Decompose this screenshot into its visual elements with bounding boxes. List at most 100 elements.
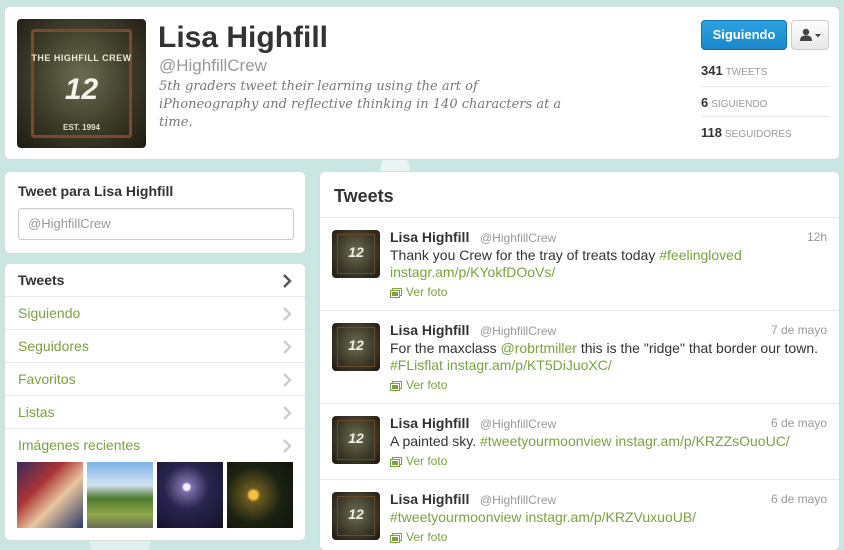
tweet-text-plain: A painted sky. bbox=[390, 433, 481, 449]
recent-image-thumb[interactable] bbox=[157, 462, 223, 528]
view-photo-label: Ver foto bbox=[406, 285, 448, 299]
nav-item-recent-images[interactable]: Imágenes recientes bbox=[5, 429, 305, 462]
nav-item-following[interactable]: Siguiendo bbox=[5, 297, 305, 330]
tweet-author-handle[interactable]: @HighfillCrew bbox=[480, 231, 556, 245]
view-photo-link[interactable]: Ver foto bbox=[390, 285, 447, 299]
nav-item-label: Tweets bbox=[18, 272, 65, 288]
tweet-author-name[interactable]: Lisa Highfill bbox=[390, 229, 469, 245]
nav-item-label: Seguidores bbox=[18, 338, 89, 354]
chevron-right-icon bbox=[283, 340, 292, 354]
profile-nav-card: Tweets Siguiendo Seguidores Favoritos Li… bbox=[4, 263, 306, 541]
timeline-title: Tweets bbox=[334, 186, 394, 206]
tweet-author-name[interactable]: Lisa Highfill bbox=[390, 491, 469, 507]
tweet-item[interactable]: 12 Lisa Highfill @HighfillCrew 7 de mayo… bbox=[320, 311, 839, 404]
url-link[interactable]: instagr.am/p/KRZZsOuoUC/ bbox=[615, 433, 789, 449]
photo-icon bbox=[390, 457, 402, 467]
view-photo-label: Ver foto bbox=[406, 530, 448, 544]
profile-avatar[interactable]: THE HIGHFILL CREW 12 EST. 1994 bbox=[17, 19, 146, 148]
tweet-text: For the maxclass @robrtmiller this is th… bbox=[390, 340, 830, 374]
view-photo-link[interactable]: Ver foto bbox=[390, 378, 447, 392]
following-button[interactable]: Siguiendo bbox=[701, 20, 787, 50]
tweet-text-plain: this is the "ridge" that border our town… bbox=[576, 340, 818, 356]
tweet-item[interactable]: 12 Lisa Highfill @HighfillCrew 6 de mayo… bbox=[320, 480, 839, 550]
photo-icon bbox=[390, 288, 402, 298]
tweet-author-handle[interactable]: @HighfillCrew bbox=[480, 324, 556, 338]
chevron-right-icon bbox=[283, 307, 292, 321]
avatar-number: 12 bbox=[64, 73, 99, 106]
recent-image-thumb[interactable] bbox=[87, 462, 153, 528]
nav-item-label: Listas bbox=[18, 404, 55, 420]
avatar-crew-text: THE HIGHFILL CREW bbox=[31, 53, 132, 63]
url-link[interactable]: instagr.am/p/KYokfDOoVs/ bbox=[390, 264, 555, 280]
nav-item-lists[interactable]: Listas bbox=[5, 396, 305, 429]
tweet-timestamp[interactable]: 12h bbox=[807, 230, 827, 244]
stat-tweets-label: TWEETS bbox=[725, 67, 768, 78]
hashtag-link[interactable]: #tweetyourmoonview bbox=[390, 509, 522, 525]
tweet-text-plain: Thank you Crew for the tray of treats to… bbox=[390, 247, 660, 263]
chevron-right-icon bbox=[283, 274, 292, 288]
recent-image-thumb[interactable] bbox=[17, 462, 83, 528]
chevron-right-icon bbox=[283, 373, 292, 387]
tweet-author-handle[interactable]: @HighfillCrew bbox=[480, 417, 556, 431]
stat-following-count: 6 bbox=[701, 95, 709, 110]
tweet-author-name[interactable]: Lisa Highfill bbox=[390, 322, 469, 338]
hashtag-link[interactable]: #FLisflat bbox=[390, 357, 443, 373]
tweet-avatar[interactable]: 12 bbox=[332, 416, 380, 464]
tweet-to-user-card: Tweet para Lisa Highfill @HighfillCrew bbox=[4, 171, 306, 254]
profile-bio: 5th graders tweet their learning using t… bbox=[159, 79, 562, 130]
chevron-right-icon bbox=[283, 439, 292, 453]
stat-tweets-count: 341 bbox=[701, 63, 723, 78]
mention-link[interactable]: @robrtmiller bbox=[500, 340, 576, 356]
tweet-text: #tweetyourmoonview instagr.am/p/KRZVuxuo… bbox=[390, 509, 830, 526]
stat-following-label: SIGUIENDO bbox=[711, 99, 768, 110]
nav-item-tweets[interactable]: Tweets bbox=[5, 264, 305, 297]
view-photo-link[interactable]: Ver foto bbox=[390, 530, 447, 544]
nav-item-favorites[interactable]: Favoritos bbox=[5, 363, 305, 396]
view-photo-link[interactable]: Ver foto bbox=[390, 454, 447, 468]
view-photo-label: Ver foto bbox=[406, 454, 448, 468]
nav-item-label: Imágenes recientes bbox=[18, 437, 141, 453]
tweet-text: Thank you Crew for the tray of treats to… bbox=[390, 247, 830, 281]
profile-handle: @HighfillCrew bbox=[159, 56, 267, 75]
chevron-right-icon bbox=[283, 406, 292, 420]
url-link[interactable]: instagr.am/p/KT5DiJuoXC/ bbox=[447, 357, 612, 373]
tweet-compose-input[interactable]: @HighfillCrew bbox=[18, 208, 294, 240]
user-actions-button[interactable] bbox=[791, 20, 829, 50]
tweet-avatar[interactable]: 12 bbox=[332, 323, 380, 371]
person-dropdown-icon bbox=[800, 28, 821, 41]
avatar-number: 12 bbox=[348, 430, 364, 446]
tweet-text-plain: For the maxclass bbox=[390, 340, 501, 356]
stat-followers-count: 118 bbox=[701, 125, 722, 140]
tweet-timestamp[interactable]: 7 de mayo bbox=[771, 323, 827, 337]
profile-name: Lisa Highfill bbox=[158, 21, 329, 54]
tweet-text: A painted sky. #tweetyourmoonview instag… bbox=[390, 433, 830, 450]
tweet-avatar[interactable]: 12 bbox=[332, 230, 380, 278]
tweet-avatar[interactable]: 12 bbox=[332, 492, 380, 540]
recent-image-thumb[interactable] bbox=[227, 462, 293, 528]
nav-item-followers[interactable]: Seguidores bbox=[5, 330, 305, 363]
stat-following[interactable]: 6 SIGUIENDO bbox=[701, 86, 829, 117]
tweets-timeline-card: Tweets 12 Lisa Highfill @HighfillCrew 12… bbox=[319, 171, 840, 550]
photo-icon bbox=[390, 381, 402, 391]
nav-item-label: Siguiendo bbox=[18, 305, 81, 321]
avatar-number: 12 bbox=[348, 244, 364, 260]
tweet-item[interactable]: 12 Lisa Highfill @HighfillCrew 12h Thank… bbox=[320, 218, 839, 311]
tweet-timestamp[interactable]: 6 de mayo bbox=[771, 492, 827, 506]
stat-tweets[interactable]: 341 TWEETS bbox=[701, 55, 829, 86]
profile-header-card: THE HIGHFILL CREW 12 EST. 1994 Lisa High… bbox=[4, 6, 840, 160]
stat-followers[interactable]: 118 SEGUIDORES bbox=[701, 116, 829, 147]
tweet-author-handle[interactable]: @HighfillCrew bbox=[480, 493, 556, 507]
hashtag-link[interactable]: #tweetyourmoonview bbox=[480, 433, 612, 449]
tweet-item[interactable]: 12 Lisa Highfill @HighfillCrew 6 de mayo… bbox=[320, 404, 839, 480]
avatar-est-text: EST. 1994 bbox=[63, 123, 100, 132]
view-photo-label: Ver foto bbox=[406, 378, 448, 392]
hashtag-link[interactable]: #feelingloved bbox=[659, 247, 742, 263]
tweet-author-name[interactable]: Lisa Highfill bbox=[390, 415, 469, 431]
stat-followers-label: SEGUIDORES bbox=[724, 129, 792, 140]
tweet-timestamp[interactable]: 6 de mayo bbox=[771, 416, 827, 430]
avatar-number: 12 bbox=[348, 506, 364, 522]
url-link[interactable]: instagr.am/p/KRZVuxuoUB/ bbox=[525, 509, 696, 525]
nav-item-label: Favoritos bbox=[18, 371, 76, 387]
photo-icon bbox=[390, 533, 402, 543]
compose-title: Tweet para Lisa Highfill bbox=[18, 183, 174, 199]
